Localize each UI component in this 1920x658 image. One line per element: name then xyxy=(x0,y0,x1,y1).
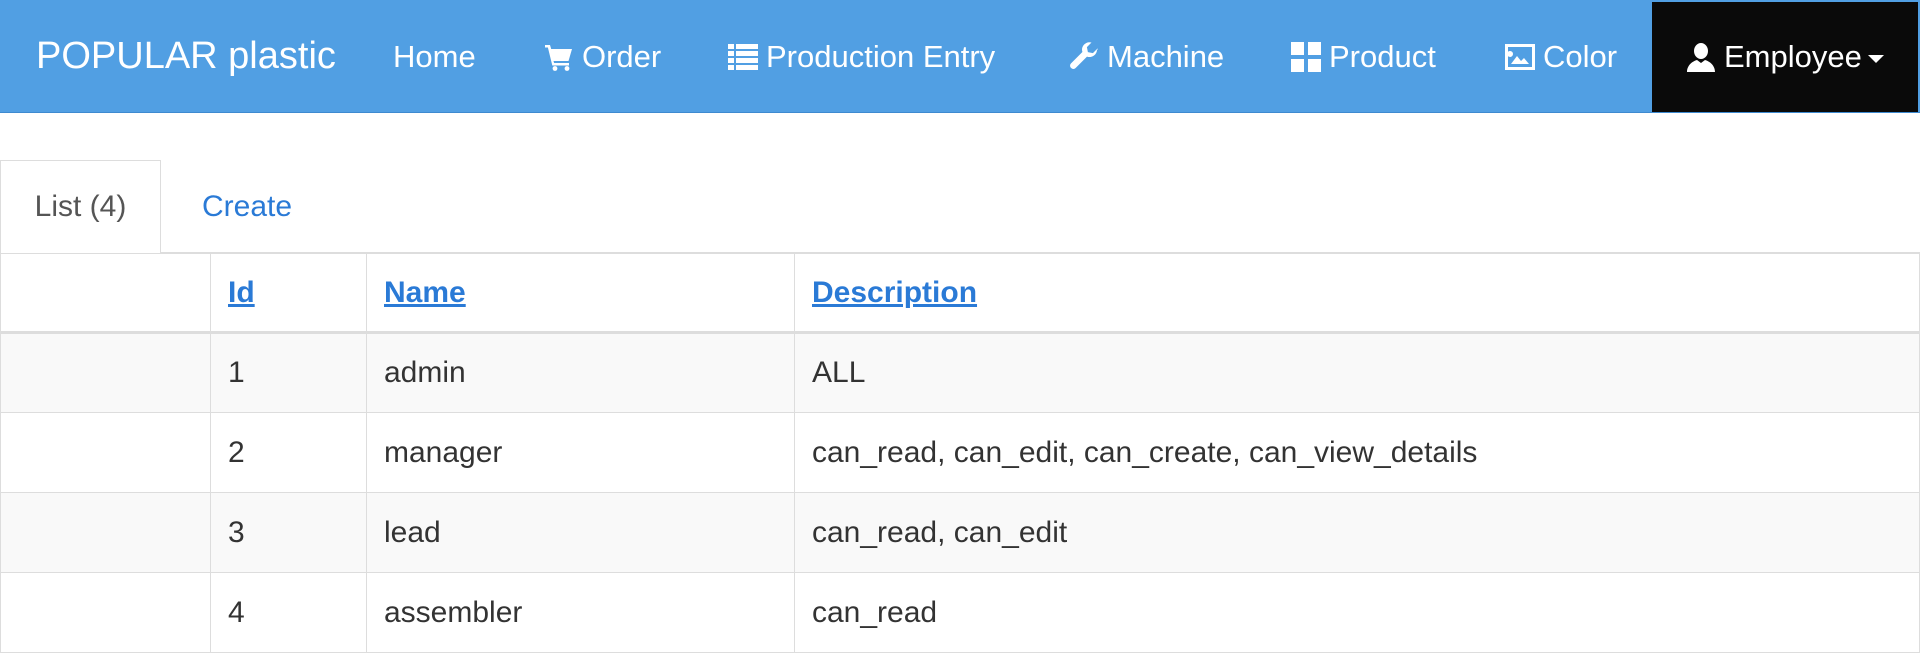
row-id-cell: 1 xyxy=(210,332,367,413)
brand-title[interactable]: POPULAR plastic xyxy=(36,0,336,113)
row-name-cell: manager xyxy=(366,412,795,493)
roles-table: Id Name Description 1 admin ALL 2 manage… xyxy=(0,253,1920,653)
row-name-cell: assembler xyxy=(366,572,795,653)
row-name-cell: lead xyxy=(366,492,795,573)
column-header-name: Name xyxy=(366,253,795,334)
row-actions-cell xyxy=(0,332,211,413)
grid-icon xyxy=(1289,40,1323,74)
sort-id-link[interactable]: Id xyxy=(228,276,255,309)
nav-order-label: Order xyxy=(582,38,662,74)
row-description-cell: can_read, can_edit, can_create, can_view… xyxy=(794,412,1920,493)
table-header-row: Id Name Description xyxy=(0,253,1920,334)
row-description-cell: can_read xyxy=(794,572,1920,653)
table-row: 3 lead can_read, can_edit xyxy=(0,492,1920,573)
nav-machine-label: Machine xyxy=(1107,38,1225,74)
row-description-cell: can_read, can_edit xyxy=(794,492,1920,573)
nav-color-label: Color xyxy=(1543,38,1618,74)
table-row: 4 assembler can_read xyxy=(0,572,1920,653)
list-icon xyxy=(726,40,760,74)
nav-production-entry-label: Production Entry xyxy=(766,38,996,74)
row-id-cell: 2 xyxy=(210,412,367,493)
row-actions-cell xyxy=(0,492,211,573)
shopping-cart-icon xyxy=(542,40,576,74)
row-id-cell: 3 xyxy=(210,492,367,573)
tab-create[interactable]: Create xyxy=(202,160,292,253)
row-name-cell: admin xyxy=(366,332,795,413)
nav-production-entry[interactable]: Production Entry xyxy=(726,0,995,113)
column-header-description: Description xyxy=(794,253,1920,334)
image-icon xyxy=(1503,40,1537,74)
nav-employee-label: Employee xyxy=(1724,38,1862,74)
nav-product[interactable]: Product xyxy=(1289,0,1436,113)
nav-employee-dropdown[interactable]: Employee xyxy=(1684,0,1884,113)
nav-order[interactable]: Order xyxy=(542,0,661,113)
user-icon xyxy=(1684,40,1718,74)
tab-bar: List (4) Create xyxy=(0,160,1920,254)
table-row: 2 manager can_read, can_edit, can_create… xyxy=(0,412,1920,493)
sort-name-link[interactable]: Name xyxy=(384,276,466,309)
nav-product-label: Product xyxy=(1329,38,1436,74)
top-navbar: POPULAR plastic Home Order Production En… xyxy=(0,0,1920,113)
table-row: 1 admin ALL xyxy=(0,332,1920,413)
row-description-cell: ALL xyxy=(794,332,1920,413)
row-actions-cell xyxy=(0,572,211,653)
nav-color[interactable]: Color xyxy=(1503,0,1617,113)
nav-home[interactable]: Home xyxy=(393,0,476,113)
caret-down-icon xyxy=(1867,54,1884,63)
row-actions-cell xyxy=(0,412,211,493)
tab-list[interactable]: List (4) xyxy=(0,160,161,254)
sort-description-link[interactable]: Description xyxy=(812,276,977,309)
nav-home-label: Home xyxy=(393,38,476,74)
wrench-icon xyxy=(1067,40,1101,74)
nav-machine[interactable]: Machine xyxy=(1067,0,1224,113)
row-id-cell: 4 xyxy=(210,572,367,653)
column-header-actions xyxy=(0,253,211,334)
column-header-id: Id xyxy=(210,253,367,334)
